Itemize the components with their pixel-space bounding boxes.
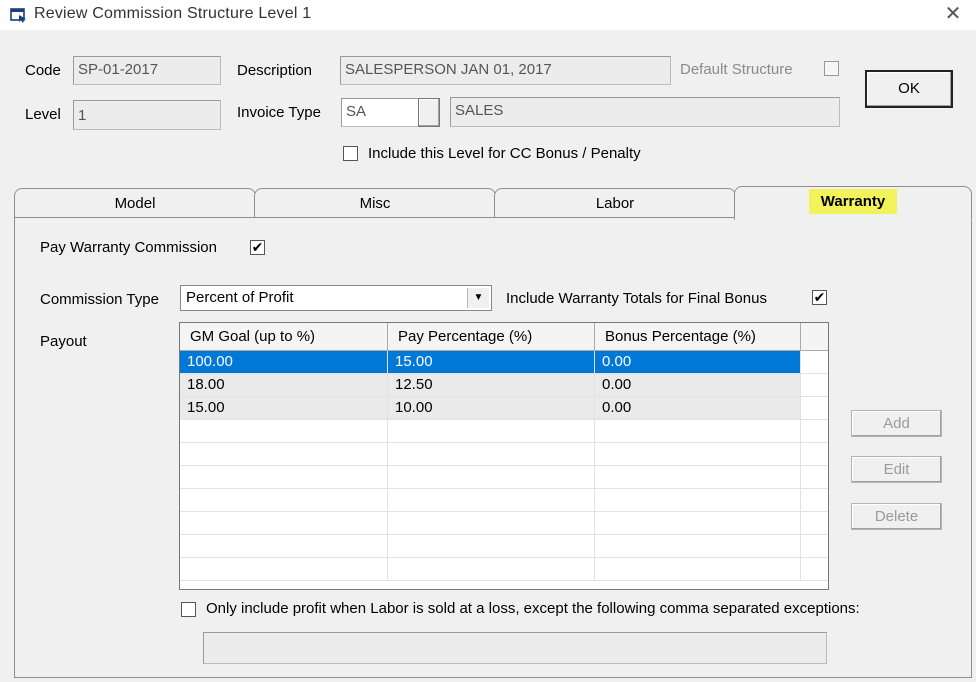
commission-type-select[interactable]: Percent of Profit ▼ <box>180 285 492 311</box>
labor-loss-label: Only include profit when Labor is sold a… <box>206 600 860 617</box>
cell-gm-goal[interactable]: 100.00 <box>180 351 388 373</box>
code-label: Code <box>25 62 61 79</box>
tab-warranty[interactable]: Warranty <box>734 186 972 220</box>
delete-button[interactable]: Delete <box>851 503 942 530</box>
payout-label: Payout <box>40 333 87 350</box>
include-totals-checkbox[interactable]: ✔ <box>812 290 827 305</box>
pay-warranty-label: Pay Warranty Commission <box>40 239 217 256</box>
empty-row <box>180 535 828 558</box>
ok-button[interactable]: OK <box>865 70 953 108</box>
table-row[interactable]: 15.00 10.00 0.00 <box>180 397 828 420</box>
window-icon <box>10 8 26 23</box>
cell-bonus-percentage[interactable]: 0.00 <box>595 374 801 396</box>
chevron-down-icon[interactable]: ▼ <box>467 288 489 308</box>
table-row[interactable]: 18.00 12.50 0.00 <box>180 374 828 397</box>
cell-bonus-percentage[interactable]: 0.00 <box>595 397 801 419</box>
invoice-type-label: Invoice Type <box>237 104 321 121</box>
code-field[interactable]: SP-01-2017 <box>73 56 221 85</box>
tab-model-label: Model <box>114 195 156 212</box>
tab-labor-label: Labor <box>595 195 635 212</box>
empty-row <box>180 443 828 466</box>
include-cc-checkbox[interactable] <box>343 146 358 161</box>
invoice-type-lookup-button[interactable] <box>418 98 440 127</box>
level-field[interactable]: 1 <box>73 100 221 130</box>
column-header-gm-goal[interactable]: GM Goal (up to %) <box>180 323 388 350</box>
cell-gm-goal[interactable]: 15.00 <box>180 397 388 419</box>
edit-button[interactable]: Edit <box>851 456 942 483</box>
tab-warranty-label: Warranty <box>808 189 898 214</box>
tab-misc-label: Misc <box>359 195 391 212</box>
empty-row <box>180 512 828 535</box>
include-totals-label: Include Warranty Totals for Final Bonus <box>506 290 767 307</box>
table-row[interactable]: 100.00 15.00 0.00 <box>180 351 828 374</box>
cell-pay-percentage[interactable]: 12.50 <box>388 374 595 396</box>
cell-pay-percentage[interactable]: 15.00 <box>388 351 595 373</box>
title-bar: Review Commission Structure Level 1 ✕ <box>0 0 976 30</box>
column-header-pay-percentage[interactable]: Pay Percentage (%) <box>388 323 595 350</box>
payout-table[interactable]: GM Goal (up to %) Pay Percentage (%) Bon… <box>179 322 829 590</box>
default-structure-label: Default Structure <box>680 61 793 78</box>
add-button[interactable]: Add <box>851 410 942 437</box>
invoice-type-code-field[interactable]: SA <box>341 98 421 127</box>
empty-row <box>180 489 828 512</box>
tab-labor[interactable]: Labor <box>494 188 736 220</box>
exceptions-field[interactable] <box>203 632 827 664</box>
description-label: Description <box>237 62 313 79</box>
table-header: GM Goal (up to %) Pay Percentage (%) Bon… <box>180 323 828 351</box>
tab-misc[interactable]: Misc <box>254 188 496 220</box>
cell-pay-percentage[interactable]: 10.00 <box>388 397 595 419</box>
empty-row <box>180 420 828 443</box>
cell-filler <box>801 397 828 419</box>
tab-model[interactable]: Model <box>14 188 256 220</box>
column-header-filler <box>801 323 828 350</box>
description-field[interactable]: SALESPERSON JAN 01, 2017 <box>340 56 671 85</box>
cell-gm-goal[interactable]: 18.00 <box>180 374 388 396</box>
include-cc-label: Include this Level for CC Bonus / Penalt… <box>368 145 641 162</box>
cell-filler <box>801 351 828 373</box>
cell-filler <box>801 374 828 396</box>
column-header-bonus-percentage[interactable]: Bonus Percentage (%) <box>595 323 801 350</box>
commission-type-label: Commission Type <box>40 291 159 308</box>
empty-row <box>180 466 828 489</box>
window-title: Review Commission Structure Level 1 <box>34 5 312 22</box>
pay-warranty-checkbox[interactable]: ✔ <box>250 240 265 255</box>
cell-bonus-percentage[interactable]: 0.00 <box>595 351 801 373</box>
commission-type-value: Percent of Profit <box>186 289 294 306</box>
close-icon[interactable]: ✕ <box>940 2 966 26</box>
default-structure-checkbox[interactable] <box>824 61 839 76</box>
invoice-type-name-field[interactable]: SALES <box>450 97 840 127</box>
labor-loss-checkbox[interactable] <box>181 602 196 617</box>
empty-row <box>180 558 828 581</box>
level-label: Level <box>25 106 61 123</box>
